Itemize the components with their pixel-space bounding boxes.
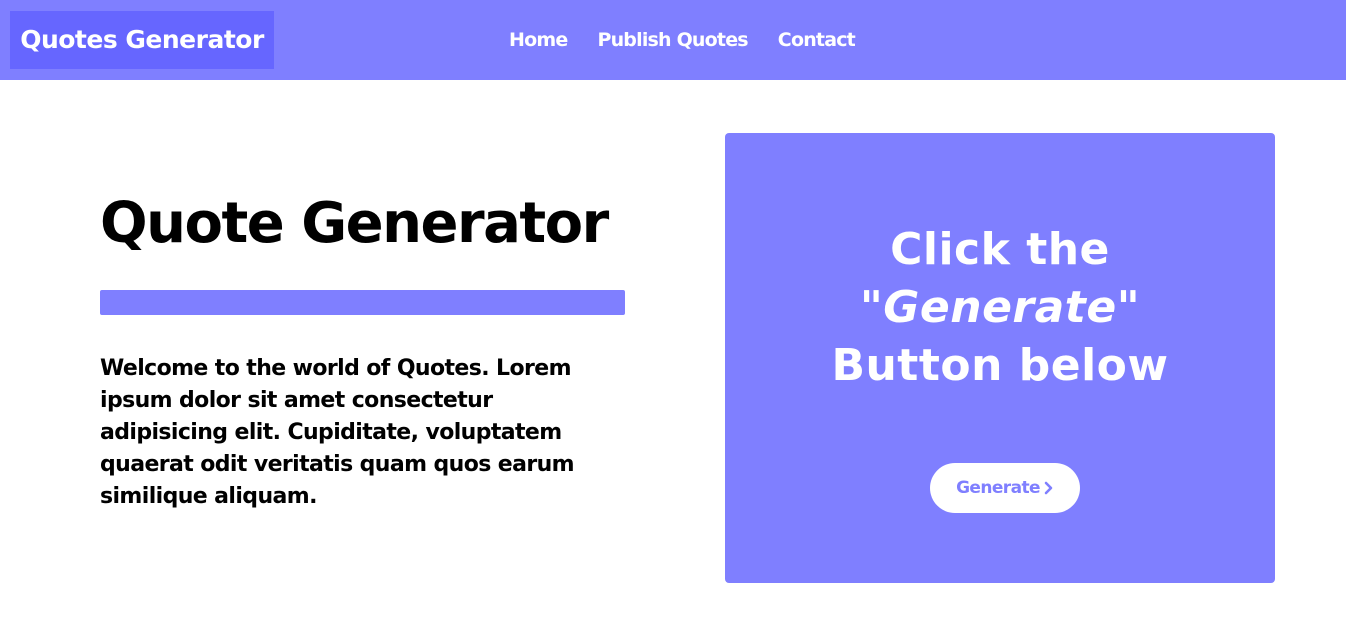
generate-button[interactable]: Generate (930, 463, 1080, 513)
navbar: Quotes Generator Home Publish Quotes Con… (0, 0, 1346, 80)
card-heading-line-3: Button below (831, 340, 1169, 391)
card-heading-emphasis: Generate (883, 282, 1117, 333)
quote-open: " (859, 282, 884, 333)
card-heading-line-2: "Generate" (725, 279, 1275, 337)
title-divider (100, 290, 625, 315)
card-heading: Click the "Generate" Button below (725, 221, 1275, 395)
card-heading-line-1: Click the (890, 224, 1110, 275)
quote-close: " (1116, 282, 1141, 333)
nav-link-home[interactable]: Home (509, 29, 568, 51)
chevron-right-icon (1044, 481, 1053, 495)
nav-links: Home Publish Quotes Contact (509, 0, 856, 80)
nav-link-contact[interactable]: Contact (778, 29, 856, 51)
intro-text: Welcome to the world of Quotes. Lorem ip… (100, 356, 575, 509)
generate-button-label: Generate (956, 478, 1040, 498)
page-title: Quote Generator (100, 191, 609, 256)
nav-link-publish-quotes[interactable]: Publish Quotes (597, 29, 748, 51)
brand-logo[interactable]: Quotes Generator (10, 11, 274, 69)
generator-card: Click the "Generate" Button below Genera… (725, 133, 1275, 583)
